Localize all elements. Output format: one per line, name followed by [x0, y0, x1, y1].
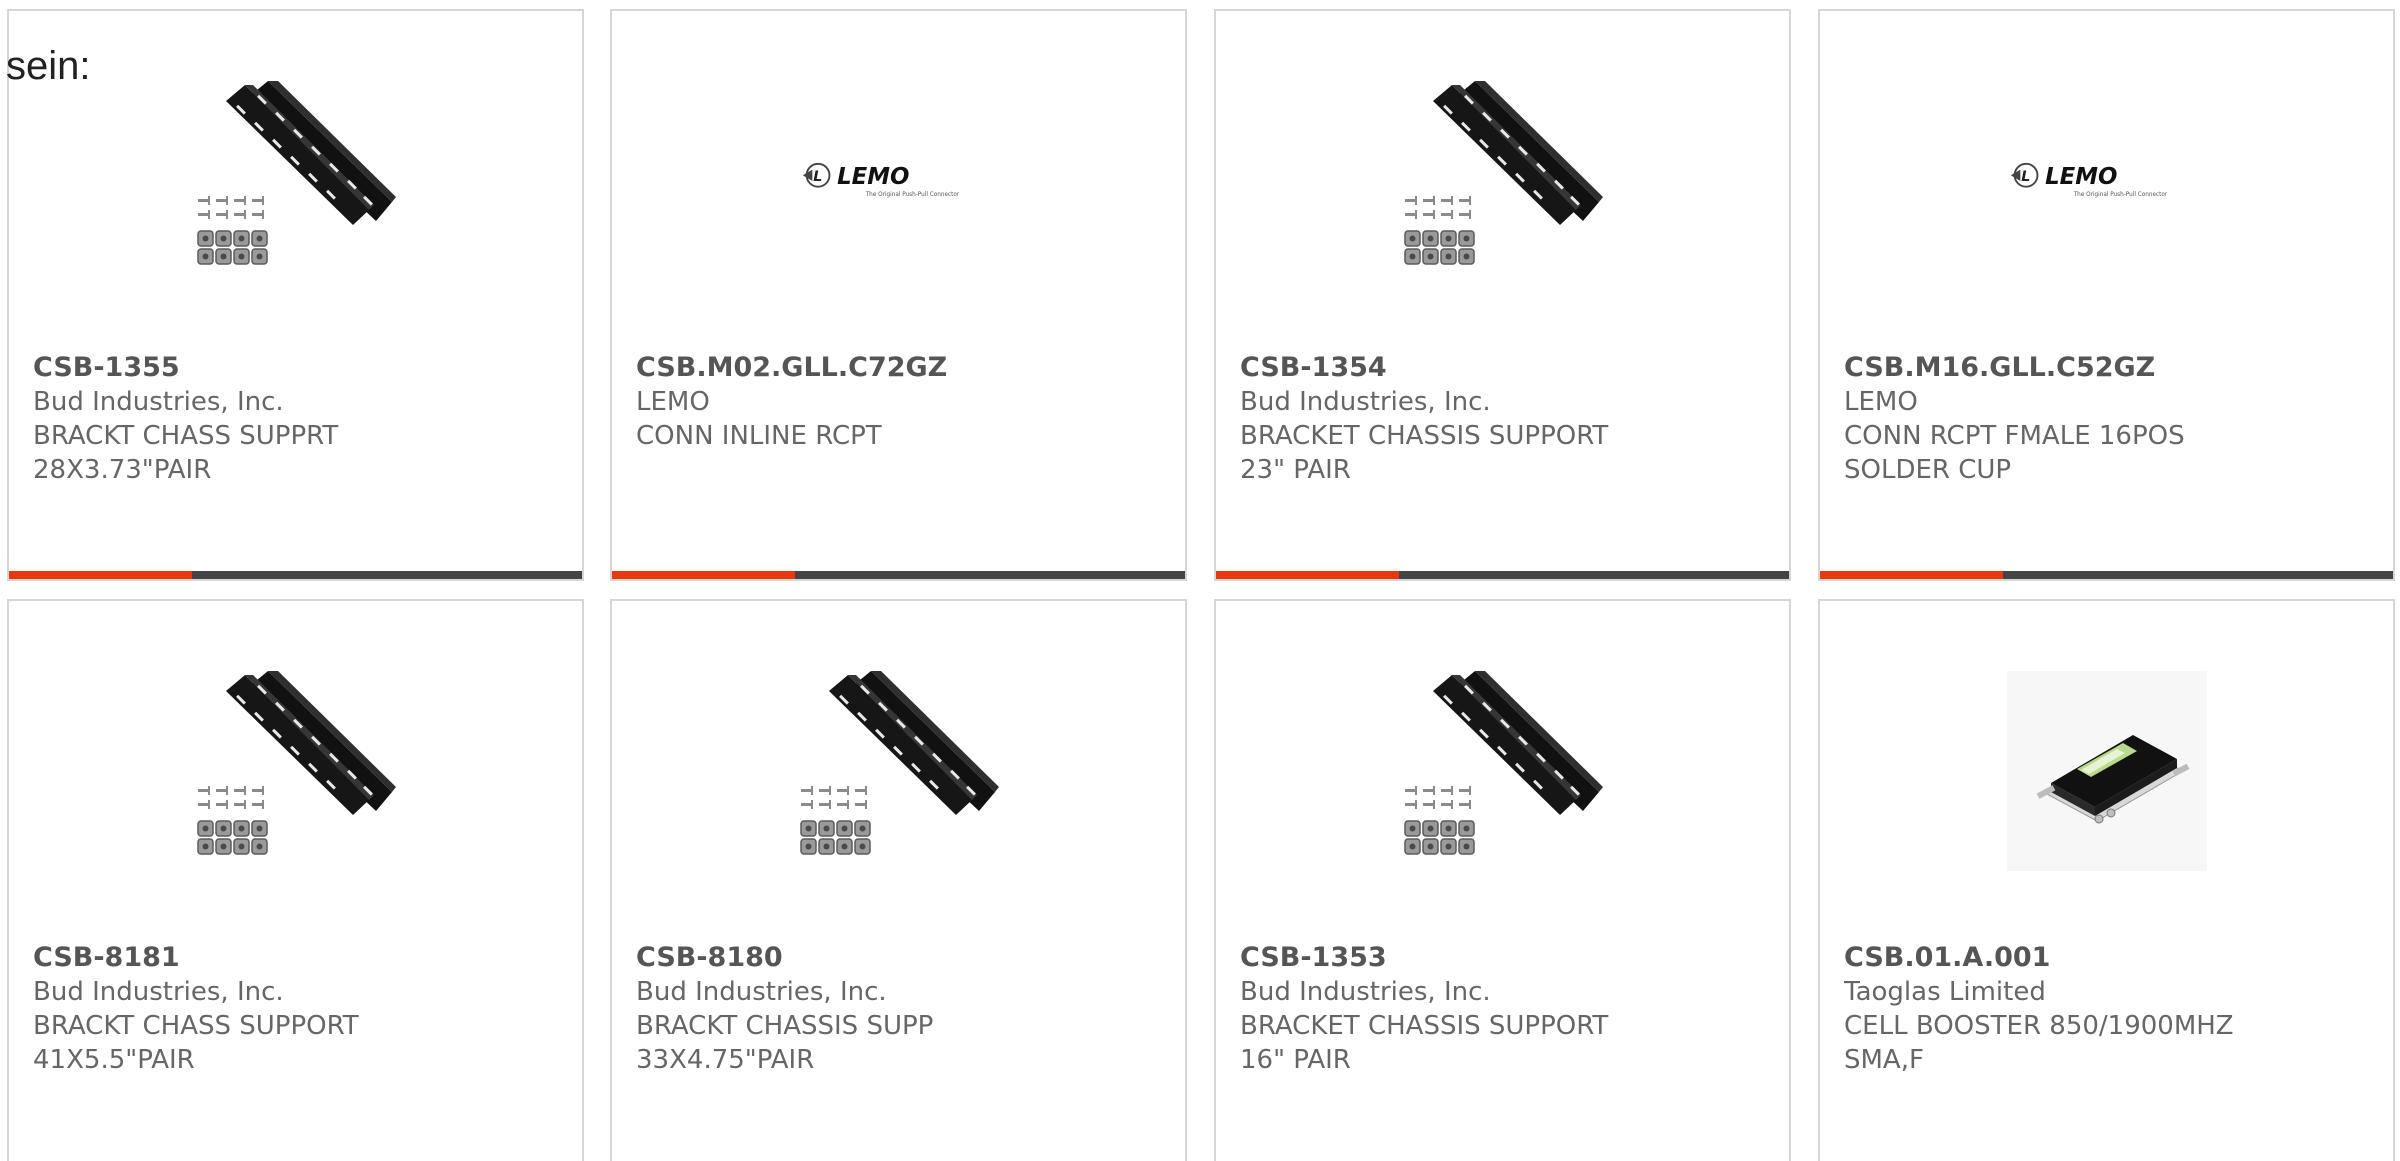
manufacturer: LEMO [1844, 387, 1918, 417]
card-accent-bar [9, 571, 192, 579]
product-info: CSB.01.A.001 Taoglas Limited CELL BOOSTE… [1844, 941, 2369, 1077]
product-card[interactable]: CSB-1354 Bud Industries, Inc. BRACKET CH… [1214, 9, 1791, 581]
product-info: CSB.M16.GLL.C52GZ LEMO CONN RCPT FMALE 1… [1844, 351, 2369, 487]
lead-text: sein: [6, 44, 91, 88]
description: BRACKT CHASS SUPPRT 28X3.73"PAIR [33, 421, 339, 485]
manufacturer: LEMO [636, 387, 710, 417]
manufacturer: Taoglas Limited [1844, 977, 2046, 1007]
description: CELL BOOSTER 850/1900MHZ SMA,F [1844, 1011, 2234, 1075]
description: BRACKET CHASSIS SUPPORT 23" PAIR [1240, 421, 1609, 485]
manufacturer: Bud Industries, Inc. [33, 387, 284, 417]
part-number[interactable]: CSB.01.A.001 [1844, 941, 2369, 975]
part-number[interactable]: CSB.M02.GLL.C72GZ [636, 351, 1161, 385]
part-number[interactable]: CSB.M16.GLL.C52GZ [1844, 351, 2369, 385]
svg-text:L: L [813, 169, 822, 185]
product-info: CSB-1355 Bud Industries, Inc. BRACKT CHA… [33, 351, 558, 487]
description: BRACKET CHASSIS SUPPORT 16" PAIR [1240, 1011, 1609, 1075]
product-info: CSB-8180 Bud Industries, Inc. BRACKT CHA… [636, 941, 1161, 1077]
cell-booster-icon[interactable] [2006, 671, 2207, 871]
card-footer-bar [612, 571, 1185, 579]
description: CONN RCPT FMALE 16POS SOLDER CUP [1844, 421, 2185, 485]
part-number[interactable]: CSB-1355 [33, 351, 558, 385]
description: BRACKT CHASSIS SUPP 33X4.75"PAIR [636, 1011, 934, 1075]
card-accent-bar [1216, 571, 1399, 579]
chassis-bracket-icon[interactable] [1403, 671, 1603, 871]
product-card[interactable]: CSB-8181 Bud Industries, Inc. BRACKT CHA… [7, 599, 584, 1161]
lemo-logo[interactable]: L LEMO The Original Push-Pull Connector [799, 81, 999, 281]
product-card[interactable]: CSB-8180 Bud Industries, Inc. BRACKT CHA… [610, 599, 1187, 1161]
chassis-bracket-icon[interactable] [1403, 81, 1603, 281]
part-number[interactable]: CSB-1353 [1240, 941, 1765, 975]
manufacturer: Bud Industries, Inc. [1240, 977, 1491, 1007]
logo-tagline: The Original Push-Pull Connector [2072, 192, 2167, 198]
card-accent-bar [1820, 571, 2003, 579]
part-number[interactable]: CSB-8180 [636, 941, 1161, 975]
product-results-page: sein: CSB-1355 Bud Industries, Inc. BRAC… [0, 0, 2400, 1161]
product-info: CSB-1353 Bud Industries, Inc. BRACKET CH… [1240, 941, 1765, 1077]
logo-tagline: The Original Push-Pull Connector [864, 192, 959, 198]
product-card[interactable]: CSB-1355 Bud Industries, Inc. BRACKT CHA… [7, 9, 584, 581]
card-footer-bar [9, 571, 582, 579]
product-card[interactable]: L LEMO The Original Push-Pull Connector … [610, 9, 1187, 581]
description: CONN INLINE RCPT [636, 421, 882, 451]
svg-text:L: L [2021, 169, 2030, 185]
logo-text: LEMO [2045, 164, 2117, 190]
description: BRACKT CHASS SUPPORT 41X5.5"PAIR [33, 1011, 359, 1075]
product-info: CSB-1354 Bud Industries, Inc. BRACKET CH… [1240, 351, 1765, 487]
product-card[interactable]: CSB-1353 Bud Industries, Inc. BRACKET CH… [1214, 599, 1791, 1161]
manufacturer: Bud Industries, Inc. [636, 977, 887, 1007]
product-info: CSB-8181 Bud Industries, Inc. BRACKT CHA… [33, 941, 558, 1077]
product-card[interactable]: CSB.01.A.001 Taoglas Limited CELL BOOSTE… [1818, 599, 2395, 1161]
manufacturer: Bud Industries, Inc. [33, 977, 284, 1007]
product-info: CSB.M02.GLL.C72GZ LEMO CONN INLINE RCPT [636, 351, 1161, 453]
card-footer-bar [1216, 571, 1789, 579]
product-card[interactable]: L LEMO The Original Push-Pull Connector … [1818, 9, 2395, 581]
lemo-logo[interactable]: L LEMO The Original Push-Pull Connector [2007, 81, 2207, 281]
part-number[interactable]: CSB-8181 [33, 941, 558, 975]
card-accent-bar [612, 571, 795, 579]
logo-text: LEMO [837, 164, 909, 190]
chassis-bracket-icon[interactable] [196, 81, 396, 281]
manufacturer: Bud Industries, Inc. [1240, 387, 1491, 417]
product-grid: CSB-1355 Bud Industries, Inc. BRACKT CHA… [0, 0, 2400, 1161]
chassis-bracket-icon[interactable] [799, 671, 999, 871]
part-number[interactable]: CSB-1354 [1240, 351, 1765, 385]
chassis-bracket-icon[interactable] [196, 671, 396, 871]
card-footer-bar [1820, 571, 2393, 579]
